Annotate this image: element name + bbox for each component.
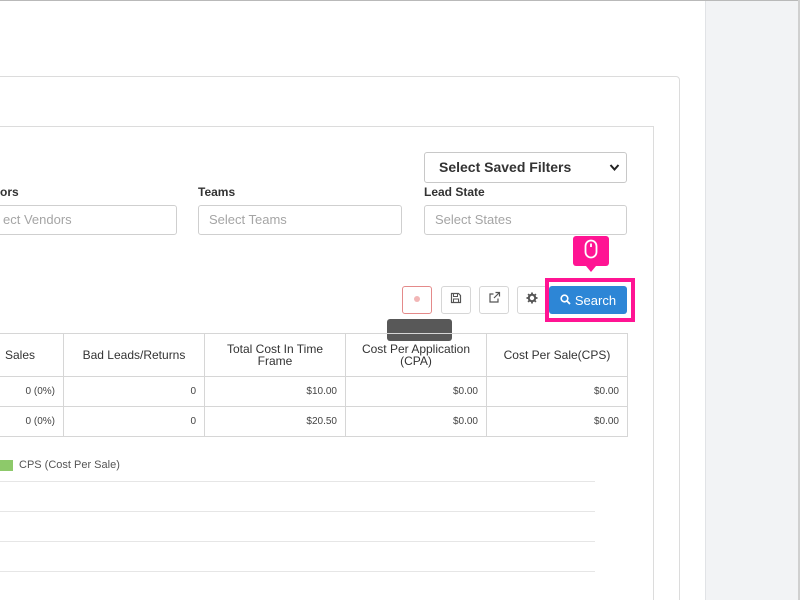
lead-state-placeholder: Select States (435, 212, 512, 227)
search-button-label: Search (574, 292, 617, 308)
table-header-row: Sales Bad Leads/Returns Total Cost In Ti… (0, 333, 628, 377)
search-icon (560, 293, 571, 308)
gear-icon (526, 291, 538, 309)
vendors-placeholder: ect Vendors (3, 212, 72, 227)
vendors-select[interactable]: ect Vendors (0, 205, 177, 235)
save-filter-button[interactable] (441, 286, 471, 314)
col-header-cps: Cost Per Sale(CPS) (486, 333, 628, 377)
col-header-cpa: Cost Per Application (CPA) (345, 333, 487, 377)
chevron-down-icon (609, 153, 620, 194)
right-side-panel (705, 1, 798, 600)
table-cell: 0 (0%) (0, 406, 64, 437)
col-header-total-cost: Total Cost In Time Frame (204, 333, 346, 377)
chart-gridline (0, 481, 595, 482)
table-cell: $0.00 (486, 406, 628, 437)
chart-gridline (0, 571, 595, 572)
table-cell: $20.50 (204, 406, 346, 437)
reset-button[interactable] (402, 286, 432, 314)
teams-label: Teams (198, 185, 236, 199)
table-cell: 0 (0%) (0, 376, 64, 407)
settings-button[interactable] (517, 286, 547, 314)
lead-state-label: Lead State (424, 185, 485, 199)
table-cell: $10.00 (204, 376, 346, 407)
teams-select[interactable]: Select Teams (198, 205, 402, 235)
export-button[interactable] (479, 286, 509, 314)
table-cell: $0.00 (345, 376, 487, 407)
lead-state-select[interactable]: Select States (424, 205, 627, 235)
save-icon (450, 291, 462, 309)
legend-swatch-cps (0, 459, 13, 471)
mouse-icon (584, 239, 598, 264)
reset-icon (412, 291, 422, 309)
saved-filters-select[interactable]: Select Saved Filters (424, 152, 627, 183)
table-row: 0 (0%) 0 $20.50 $0.00 $0.00 (0, 406, 628, 437)
vendors-label: ors (0, 185, 19, 199)
external-link-icon (488, 291, 501, 309)
chart-legend: CPS (Cost Per Sale) (0, 459, 120, 471)
window-top-border (0, 0, 800, 1)
saved-filters-label: Select Saved Filters (439, 159, 572, 175)
click-indicator (573, 236, 609, 272)
table-cell: $0.00 (345, 406, 487, 437)
legend-label-cps: CPS (Cost Per Sale) (19, 459, 120, 471)
teams-placeholder: Select Teams (209, 212, 287, 227)
search-button[interactable]: Search (549, 286, 627, 314)
col-header-bad-leads: Bad Leads/Returns (63, 333, 205, 377)
table-cell: $0.00 (486, 376, 628, 407)
chart-gridline (0, 541, 595, 542)
chart-gridline (0, 511, 595, 512)
table-cell: 0 (63, 376, 205, 407)
stats-table: Sales Bad Leads/Returns Total Cost In Ti… (0, 333, 628, 437)
col-header-sales: Sales (0, 333, 64, 377)
table-cell: 0 (63, 406, 205, 437)
table-row: 0 (0%) 0 $10.00 $0.00 $0.00 (0, 376, 628, 407)
